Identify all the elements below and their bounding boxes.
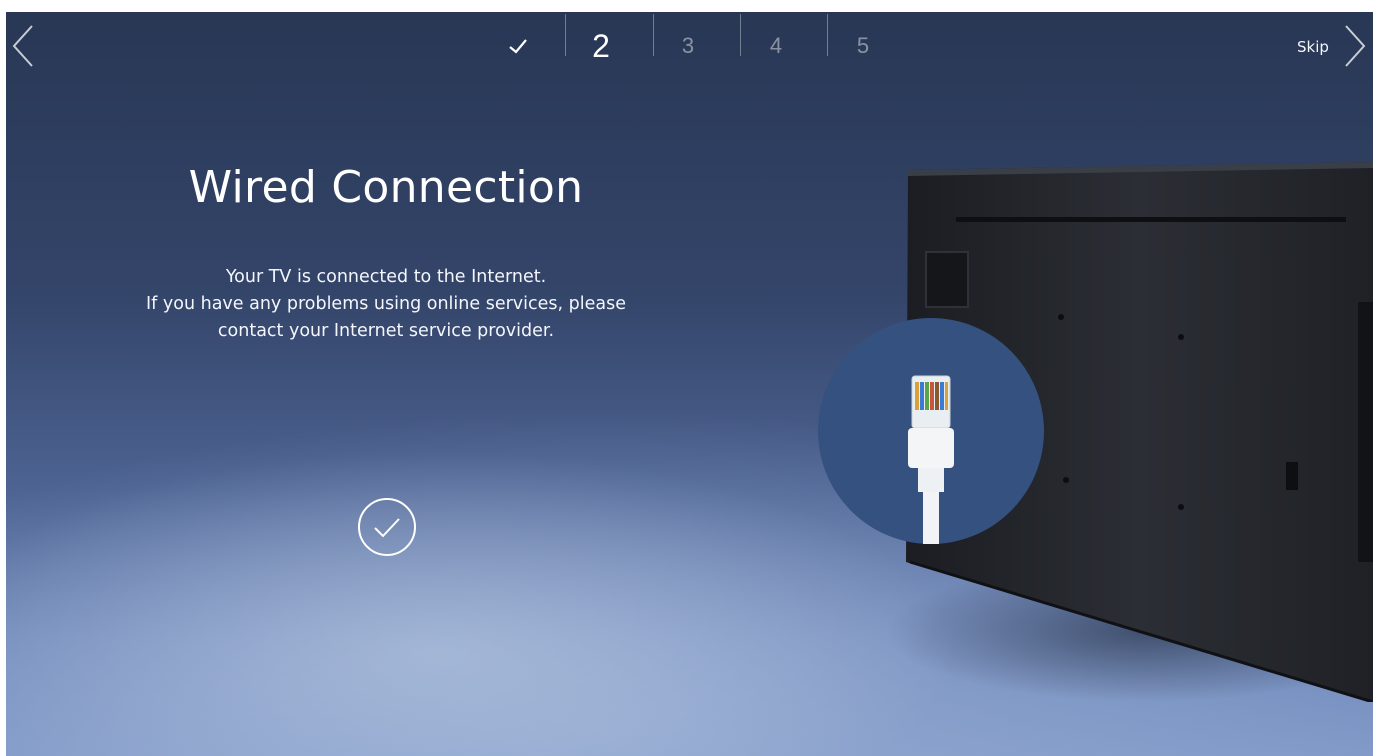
back-chevron-left-icon[interactable]	[8, 22, 38, 70]
connection-status-message: Your TV is connected to the Internet. If…	[66, 264, 706, 345]
ethernet-cable-illustration	[818, 318, 1044, 544]
forward-chevron-right-icon[interactable]	[1340, 22, 1370, 70]
step-3: 3	[681, 33, 695, 58]
step-completed-check-icon	[509, 39, 527, 54]
step-divider	[653, 14, 654, 56]
step-divider	[565, 14, 566, 56]
message-line-3: contact your Internet service provider.	[217, 321, 555, 341]
skip-button[interactable]: Skip	[1297, 38, 1329, 56]
message-line-1: Your TV is connected to the Internet.	[225, 267, 547, 287]
page-title: Wired Connection	[188, 162, 584, 213]
step-2: 2	[592, 28, 610, 64]
setup-screen: 2 3 4 5 Skip Wired Connection Your TV is…	[6, 12, 1373, 756]
message-line-2: If you have any problems using online se…	[146, 294, 626, 314]
step-divider	[740, 14, 741, 56]
step-4: 4	[769, 33, 783, 58]
step-5: 5	[856, 33, 870, 58]
step-divider	[827, 14, 828, 56]
success-check-circle-icon	[358, 498, 416, 556]
